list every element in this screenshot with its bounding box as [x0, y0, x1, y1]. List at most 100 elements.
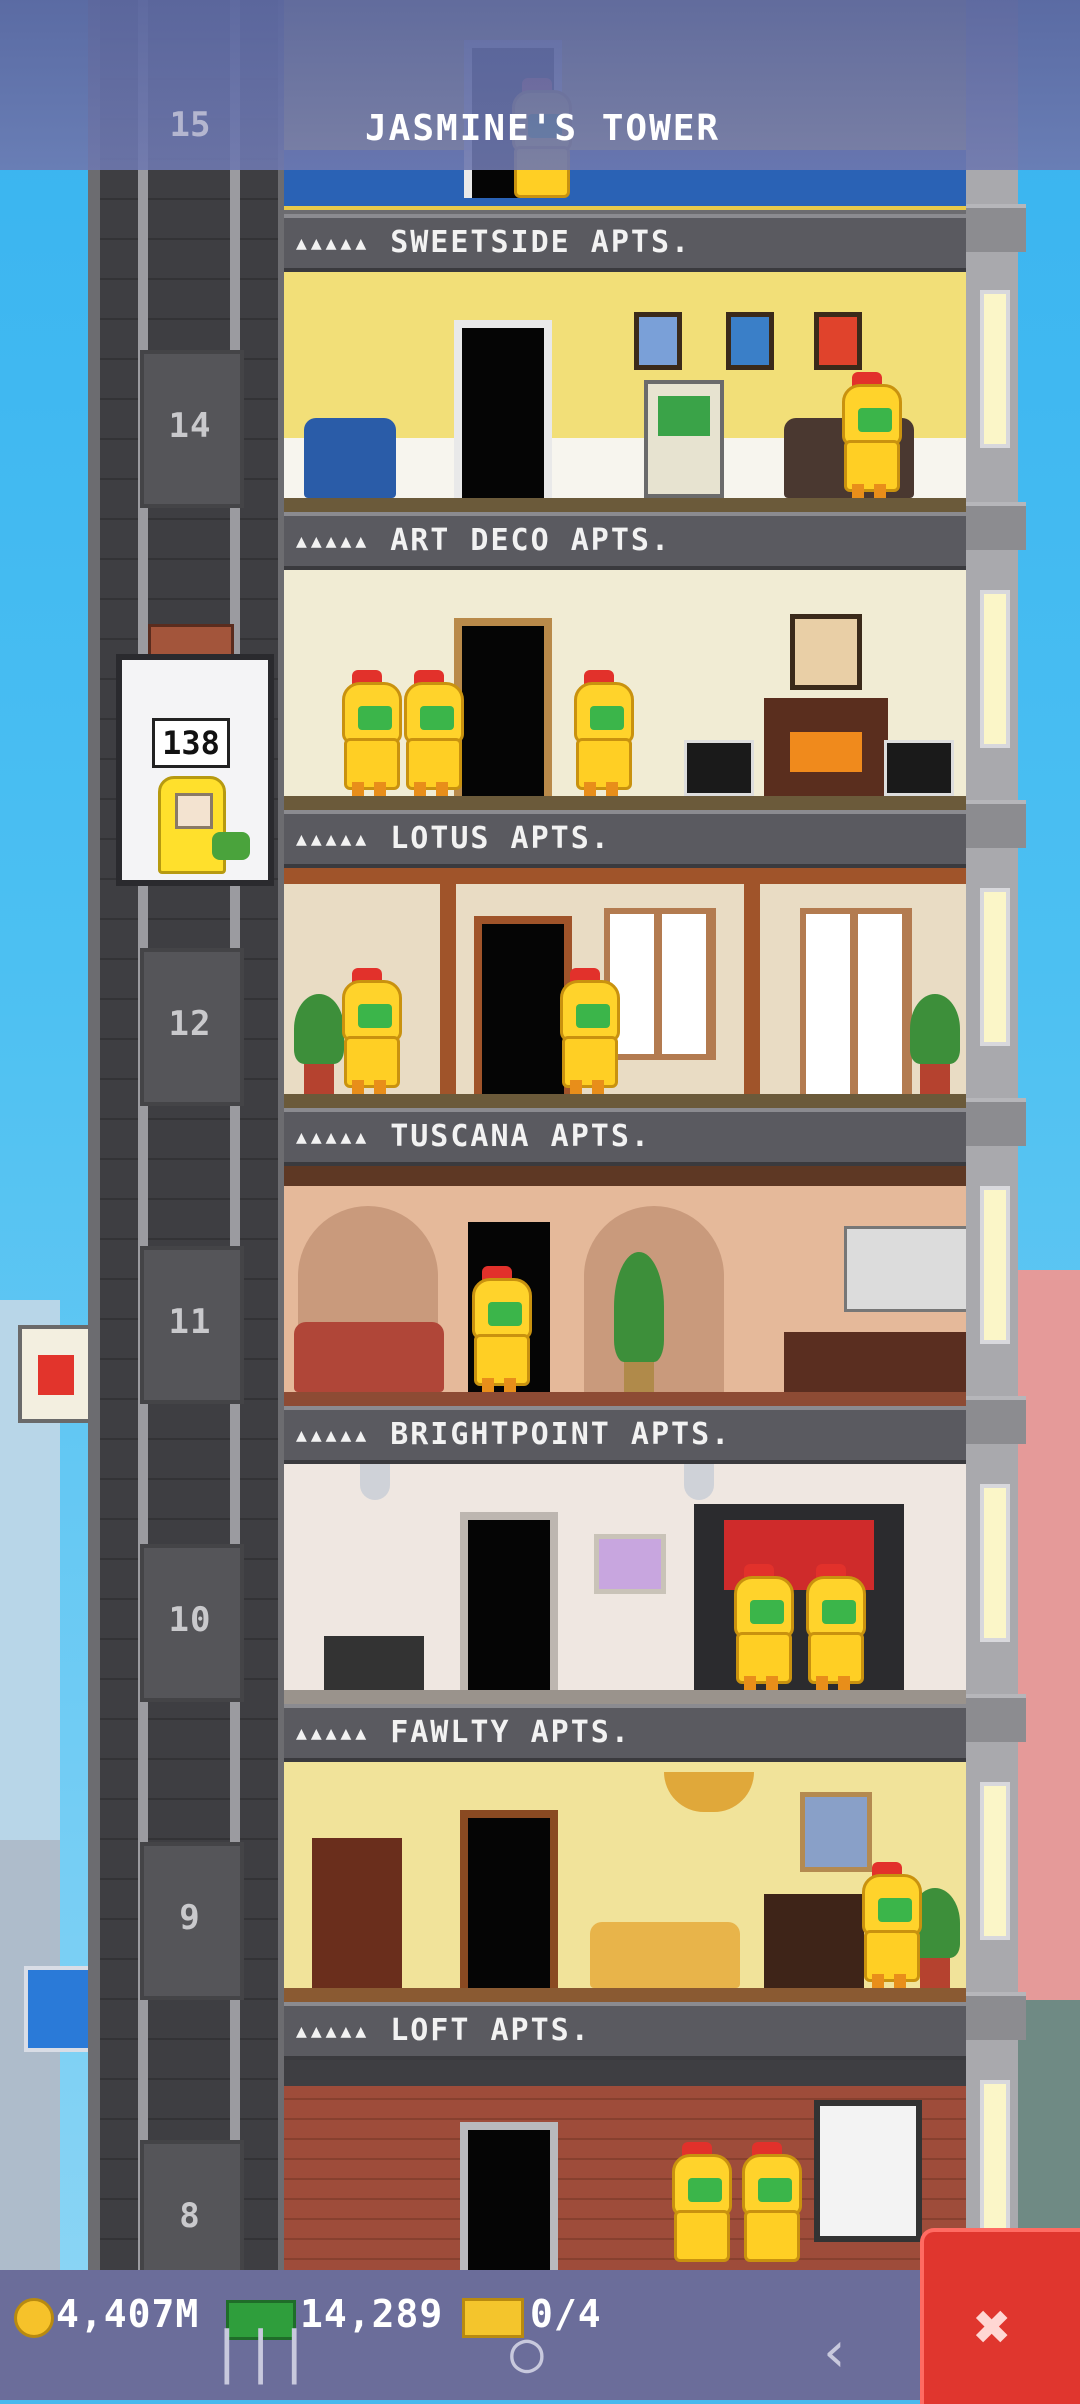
side-bracket	[966, 204, 1026, 252]
floor-8-room[interactable]	[284, 2060, 966, 2270]
coins-amount[interactable]: 4,407M	[56, 2292, 199, 2336]
shoji-window	[800, 908, 912, 1100]
floor-13-sign: ▲▲▲▲▲ ART DECO APTS.	[284, 512, 966, 570]
back-icon[interactable]: ‹	[818, 2320, 852, 2385]
topiary-plant	[614, 1252, 664, 1392]
elevator-pet	[212, 832, 250, 860]
side-light	[980, 888, 1010, 1046]
bitizen[interactable]	[334, 968, 404, 1096]
floor-14-name: SWEETSIDE APTS.	[390, 225, 692, 260]
side-bracket	[966, 1992, 1026, 2040]
wall-picture	[814, 312, 862, 370]
bitizen[interactable]	[334, 670, 404, 798]
floor-10[interactable]: ▲▲▲▲▲ BRIGHTPOINT APTS.	[284, 1406, 966, 1704]
floor-12-sign: ▲▲▲▲▲ LOTUS APTS.	[284, 810, 966, 868]
bux-amount[interactable]: 14,289	[300, 2292, 443, 2336]
wall-picture	[790, 614, 862, 690]
wall-picture	[726, 312, 774, 370]
side-light	[980, 590, 1010, 748]
bitizen[interactable]	[552, 968, 622, 1096]
floor-number-9: 9	[179, 1898, 201, 1938]
elevator-passenger-count: 138	[152, 718, 230, 768]
floor-14-door	[454, 320, 552, 498]
bitizen[interactable]	[664, 2142, 734, 2270]
loft-window	[814, 2100, 922, 2242]
floor-12-room[interactable]	[284, 868, 966, 1108]
bookshelf	[312, 1838, 402, 1988]
floor-number-11: 11	[168, 1302, 212, 1342]
gold-sofa	[590, 1922, 740, 1988]
floor-8[interactable]: ▲▲▲▲▲ LOFT APTS.	[284, 2002, 966, 2270]
floor-14-sign: ▲▲▲▲▲ SWEETSIDE APTS.	[284, 214, 966, 272]
bg-billboard-fries	[18, 1325, 94, 1423]
floor-ground	[284, 796, 966, 810]
floor-12[interactable]: ▲▲▲▲▲ LOTUS APTS.	[284, 810, 966, 1108]
side-light	[980, 290, 1010, 448]
floor-11-name: TUSCANA APTS.	[390, 1119, 651, 1154]
floor-10-room[interactable]	[284, 1464, 966, 1704]
side-bracket	[966, 502, 1026, 550]
red-sofa	[294, 1322, 444, 1392]
bamboo-plant	[910, 994, 960, 1094]
fireplace	[764, 698, 888, 796]
floor-ground	[284, 1690, 966, 1704]
floor-13[interactable]: ▲▲▲▲▲ ART DECO APTS.	[284, 512, 966, 810]
floor-8-sign: ▲▲▲▲▲ LOFT APTS.	[284, 2002, 966, 2060]
sideboard	[784, 1332, 966, 1392]
build-button[interactable]: ✖	[920, 2228, 1080, 2404]
floor-number-14: 14	[168, 406, 212, 446]
pendant-lamp	[360, 1464, 390, 1500]
floor-9-door	[460, 1810, 558, 1988]
bitizen[interactable]	[798, 1564, 868, 1692]
floor-14[interactable]: ▲▲▲▲▲ SWEETSIDE APTS.	[284, 214, 966, 512]
floor-9[interactable]: ▲▲▲▲▲ FAWLTY APTS.	[284, 1704, 966, 2002]
tower-name[interactable]: JASMINE'S TOWER	[365, 108, 720, 149]
side-bracket	[966, 1694, 1026, 1742]
bitizen[interactable]	[854, 1862, 924, 1990]
floor-11-sign: ▲▲▲▲▲ TUSCANA APTS.	[284, 1108, 966, 1166]
floor-11-room[interactable]	[284, 1166, 966, 1406]
floor-13-door	[454, 618, 552, 796]
wall-picture	[594, 1534, 666, 1594]
dining-table	[324, 1636, 424, 1690]
blue-armchair	[304, 418, 396, 498]
floor-9-sign: ▲▲▲▲▲ FAWLTY APTS.	[284, 1704, 966, 1762]
palm-plant	[910, 1888, 960, 1988]
floor-number-10: 10	[168, 1600, 212, 1640]
floor-9-name: FAWLTY APTS.	[390, 1715, 631, 1750]
chandelier	[664, 1772, 754, 1812]
bitizen[interactable]	[566, 670, 636, 798]
floor-10-door	[460, 1512, 558, 1690]
floor-13-room[interactable]	[284, 570, 966, 810]
pendant-lamp	[684, 1464, 714, 1500]
wall-picture	[800, 1792, 872, 1872]
side-bracket	[966, 1098, 1026, 1146]
floor-12-name: LOTUS APTS.	[390, 821, 611, 856]
side-light	[980, 1186, 1010, 1344]
bitizen[interactable]	[726, 1564, 796, 1692]
bitizen[interactable]	[396, 670, 466, 798]
coin-icon	[14, 2298, 54, 2338]
bitizen[interactable]	[734, 2142, 804, 2270]
floor-14-room[interactable]	[284, 272, 966, 512]
recent-apps-icon[interactable]: |||	[210, 2320, 311, 2385]
floor-10-sign: ▲▲▲▲▲ BRIGHTPOINT APTS.	[284, 1406, 966, 1464]
floor-9-room[interactable]	[284, 1762, 966, 2002]
floor-number-8: 8	[179, 2196, 201, 2236]
home-icon[interactable]: ○	[510, 2320, 544, 2385]
floor-ground	[284, 1988, 966, 2002]
bitizen[interactable]	[834, 372, 904, 500]
build-tool-icon: ✖	[974, 2290, 1012, 2363]
cabinet	[844, 1226, 966, 1312]
floor-star-icons: ▲▲▲▲▲	[296, 1424, 371, 1446]
floor-number-12: 12	[168, 1004, 212, 1044]
floor-ground	[284, 1392, 966, 1406]
floor-ground	[284, 498, 966, 512]
side-light	[980, 2080, 1010, 2238]
side-light	[980, 1782, 1010, 1940]
bamboo-plant	[294, 994, 344, 1094]
bitizen[interactable]	[464, 1266, 534, 1394]
wall-picture	[634, 312, 682, 370]
bg-billboard-blue	[24, 1966, 94, 2052]
floor-11[interactable]: ▲▲▲▲▲ TUSCANA APTS.	[284, 1108, 966, 1406]
